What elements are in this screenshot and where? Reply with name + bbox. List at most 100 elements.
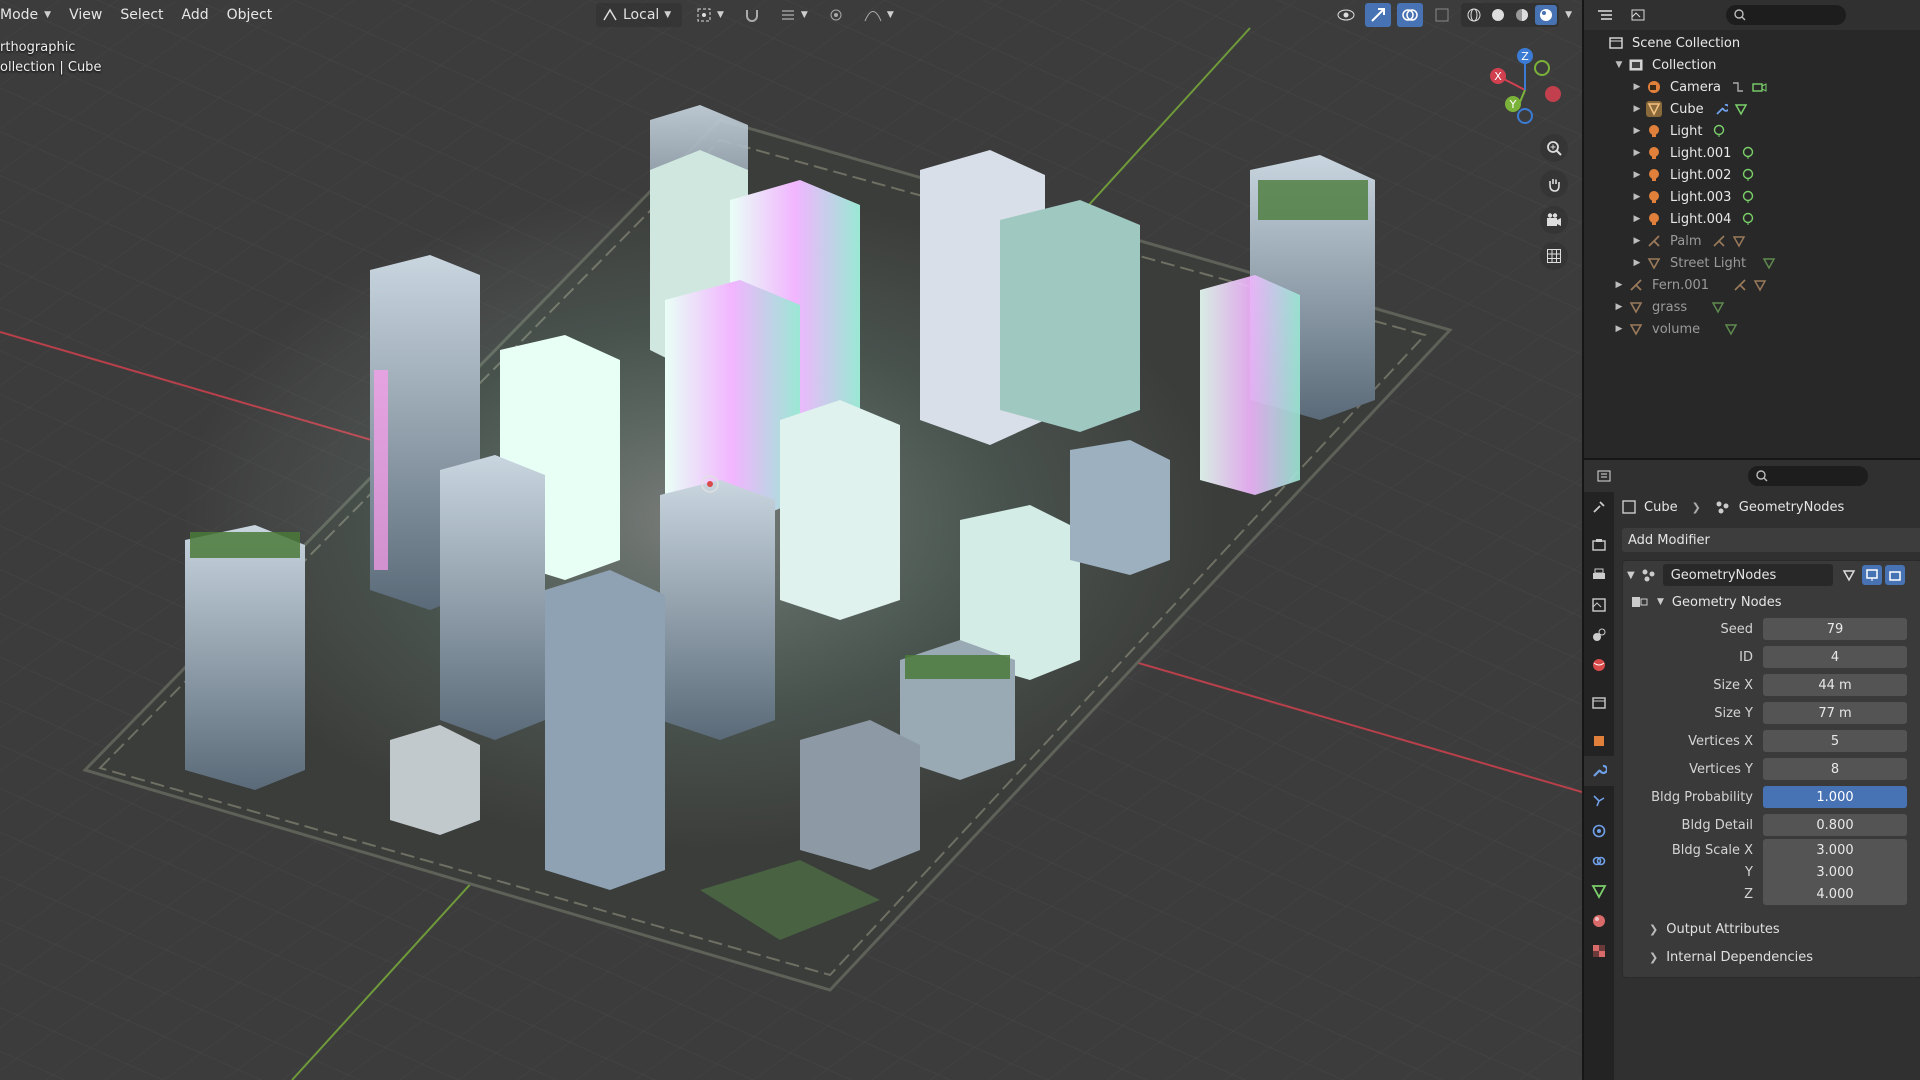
expand-triangle-icon[interactable]: ▶	[1612, 280, 1626, 290]
navigation-gizmo[interactable]: Z X Y	[1480, 44, 1570, 134]
expand-triangle-icon[interactable]: ▶	[1630, 82, 1644, 92]
vertices-y-input[interactable]: 8	[1763, 758, 1907, 780]
properties-search[interactable]	[1748, 466, 1868, 486]
editor-type-dropdown[interactable]	[1592, 3, 1618, 27]
bldg-detail-input[interactable]: 0.800	[1763, 814, 1907, 836]
outliner-row-camera[interactable]: ▶ Camera	[1584, 76, 1920, 98]
outliner-row-grass[interactable]: ▶ grass	[1584, 296, 1920, 318]
bldg-probability-slider[interactable]: 1.000	[1763, 786, 1907, 808]
gizmo-toggle[interactable]	[1365, 3, 1392, 27]
neg-y-axis-handle[interactable]	[1534, 60, 1550, 76]
tab-particles[interactable]	[1584, 786, 1614, 816]
neg-z-axis-handle[interactable]	[1517, 108, 1533, 124]
outliner-item-label: Cube	[1670, 101, 1704, 117]
zoom-button[interactable]	[1540, 134, 1568, 162]
expand-triangle-icon[interactable]: ▶	[1612, 302, 1626, 312]
id-input[interactable]: 4	[1763, 646, 1907, 668]
size-x-input[interactable]: 44 m	[1763, 674, 1907, 696]
outliner-row-light-001[interactable]: ▶ Light.001	[1584, 142, 1920, 164]
tab-scene[interactable]	[1584, 620, 1614, 650]
proportional-edit-toggle[interactable]	[822, 3, 850, 27]
snap-target-dropdown[interactable]: ▼	[774, 3, 814, 27]
internal-dependencies-panel[interactable]: ❯ Internal Dependencies	[1623, 943, 1920, 971]
tab-collection[interactable]	[1584, 688, 1614, 718]
tab-material[interactable]	[1584, 906, 1614, 936]
outliner-row-volume[interactable]: ▶ volume	[1584, 318, 1920, 340]
expand-triangle-icon[interactable]: ▶	[1630, 148, 1644, 158]
tab-texture[interactable]	[1584, 936, 1614, 966]
expand-triangle-icon[interactable]: ▶	[1630, 170, 1644, 180]
outliner-row-collection[interactable]: ▼ Collection	[1584, 54, 1920, 76]
tab-object[interactable]	[1584, 726, 1614, 756]
outliner-row-scene-collection[interactable]: Scene Collection	[1584, 32, 1920, 54]
seed-input[interactable]: 79	[1763, 618, 1907, 640]
tab-data[interactable]	[1584, 876, 1614, 906]
snap-toggle[interactable]	[738, 3, 766, 27]
select-menu[interactable]: Select	[111, 0, 172, 30]
properties-editor-type-dropdown[interactable]	[1592, 464, 1618, 488]
add-menu[interactable]: Add	[173, 0, 218, 30]
expand-triangle-icon[interactable]: ▶	[1612, 324, 1626, 334]
outliner-row-light-002[interactable]: ▶ Light.002	[1584, 164, 1920, 186]
size-y-input[interactable]: 77 m	[1763, 702, 1907, 724]
viewport-toggle[interactable]	[1861, 565, 1882, 585]
xray-toggle[interactable]	[1429, 3, 1455, 27]
render-toggle[interactable]	[1884, 565, 1905, 585]
perspective-toggle-button[interactable]	[1540, 242, 1568, 270]
chevron-down-icon: ▼	[717, 10, 724, 20]
vertices-x-input[interactable]: 5	[1763, 730, 1907, 752]
outliner-search[interactable]	[1726, 5, 1846, 25]
expand-triangle-icon[interactable]: ▶	[1630, 192, 1644, 202]
mode-dropdown[interactable]: Mode ▼	[0, 0, 60, 30]
outliner-row-palm[interactable]: ▶ Palm	[1584, 230, 1920, 252]
overlays-toggle[interactable]	[1397, 3, 1424, 27]
camera-view-button[interactable]	[1540, 206, 1568, 234]
tab-view-layer[interactable]	[1584, 590, 1614, 620]
tab-output[interactable]	[1584, 560, 1614, 590]
edit-mode-toggle[interactable]	[1839, 565, 1859, 585]
output-attributes-panel[interactable]: ❯ Output Attributes	[1623, 915, 1920, 943]
expand-triangle-icon[interactable]: ▼	[1612, 60, 1626, 70]
transform-orientation-dropdown[interactable]: Local ▼	[596, 3, 682, 27]
outliner-row-fern-001[interactable]: ▶ Fern.001	[1584, 274, 1920, 296]
outliner-row-light-004[interactable]: ▶ Light.004	[1584, 208, 1920, 230]
bldg-scale-y-input[interactable]: 3.000	[1763, 861, 1907, 883]
shading-rendered[interactable]	[1535, 5, 1558, 25]
visibility-dropdown[interactable]	[1333, 3, 1359, 27]
modifier-name-field[interactable]: GeometryNodes	[1662, 564, 1833, 586]
tab-tool[interactable]	[1584, 492, 1614, 522]
falloff-dropdown[interactable]: ▼	[858, 3, 900, 27]
bldg-scale-z-input[interactable]: 4.000	[1763, 883, 1907, 905]
view-menu[interactable]: View	[60, 0, 111, 30]
outliner-row-cube[interactable]: ▶ Cube	[1584, 98, 1920, 120]
collapse-chevron-icon[interactable]: ▼	[1627, 570, 1635, 581]
neg-x-axis-handle[interactable]	[1545, 86, 1561, 102]
outliner-row-street-light[interactable]: ▶ Street Light	[1584, 252, 1920, 274]
expand-triangle-icon[interactable]: ▶	[1630, 236, 1644, 246]
pan-button[interactable]	[1540, 170, 1568, 198]
tab-render[interactable]	[1584, 530, 1614, 560]
expand-triangle-icon[interactable]: ▶	[1630, 104, 1644, 114]
expand-triangle-icon[interactable]: ▶	[1630, 258, 1644, 268]
shading-solid[interactable]	[1487, 5, 1509, 25]
3d-viewport[interactable]: Mode ▼ View Select Add Object Local ▼ ▼	[0, 0, 1582, 1080]
tab-constraints[interactable]	[1584, 846, 1614, 876]
viewport-scene[interactable]	[0, 0, 1582, 1080]
tab-modifiers[interactable]	[1584, 756, 1614, 786]
tab-physics[interactable]	[1584, 816, 1614, 846]
display-mode-dropdown[interactable]	[1626, 3, 1652, 27]
expand-triangle-icon[interactable]: ▶	[1630, 126, 1644, 136]
pivot-point-dropdown[interactable]: ▼	[690, 3, 730, 27]
shading-options-chevron[interactable]: ▼	[1565, 10, 1572, 20]
outliner-item-label: Collection	[1652, 57, 1717, 73]
bldg-scale-x-input[interactable]: 3.000	[1763, 839, 1907, 861]
node-group-selector[interactable]: ▼ Geometry Nodes	[1623, 589, 1920, 615]
add-modifier-button[interactable]: Add Modifier	[1622, 528, 1920, 552]
outliner-row-light-003[interactable]: ▶ Light.003	[1584, 186, 1920, 208]
shading-wireframe[interactable]	[1463, 5, 1485, 25]
expand-triangle-icon[interactable]: ▶	[1630, 214, 1644, 224]
tab-world[interactable]	[1584, 650, 1614, 680]
shading-material[interactable]	[1511, 5, 1533, 25]
outliner-row-light[interactable]: ▶ Light	[1584, 120, 1920, 142]
object-menu[interactable]: Object	[218, 0, 282, 30]
